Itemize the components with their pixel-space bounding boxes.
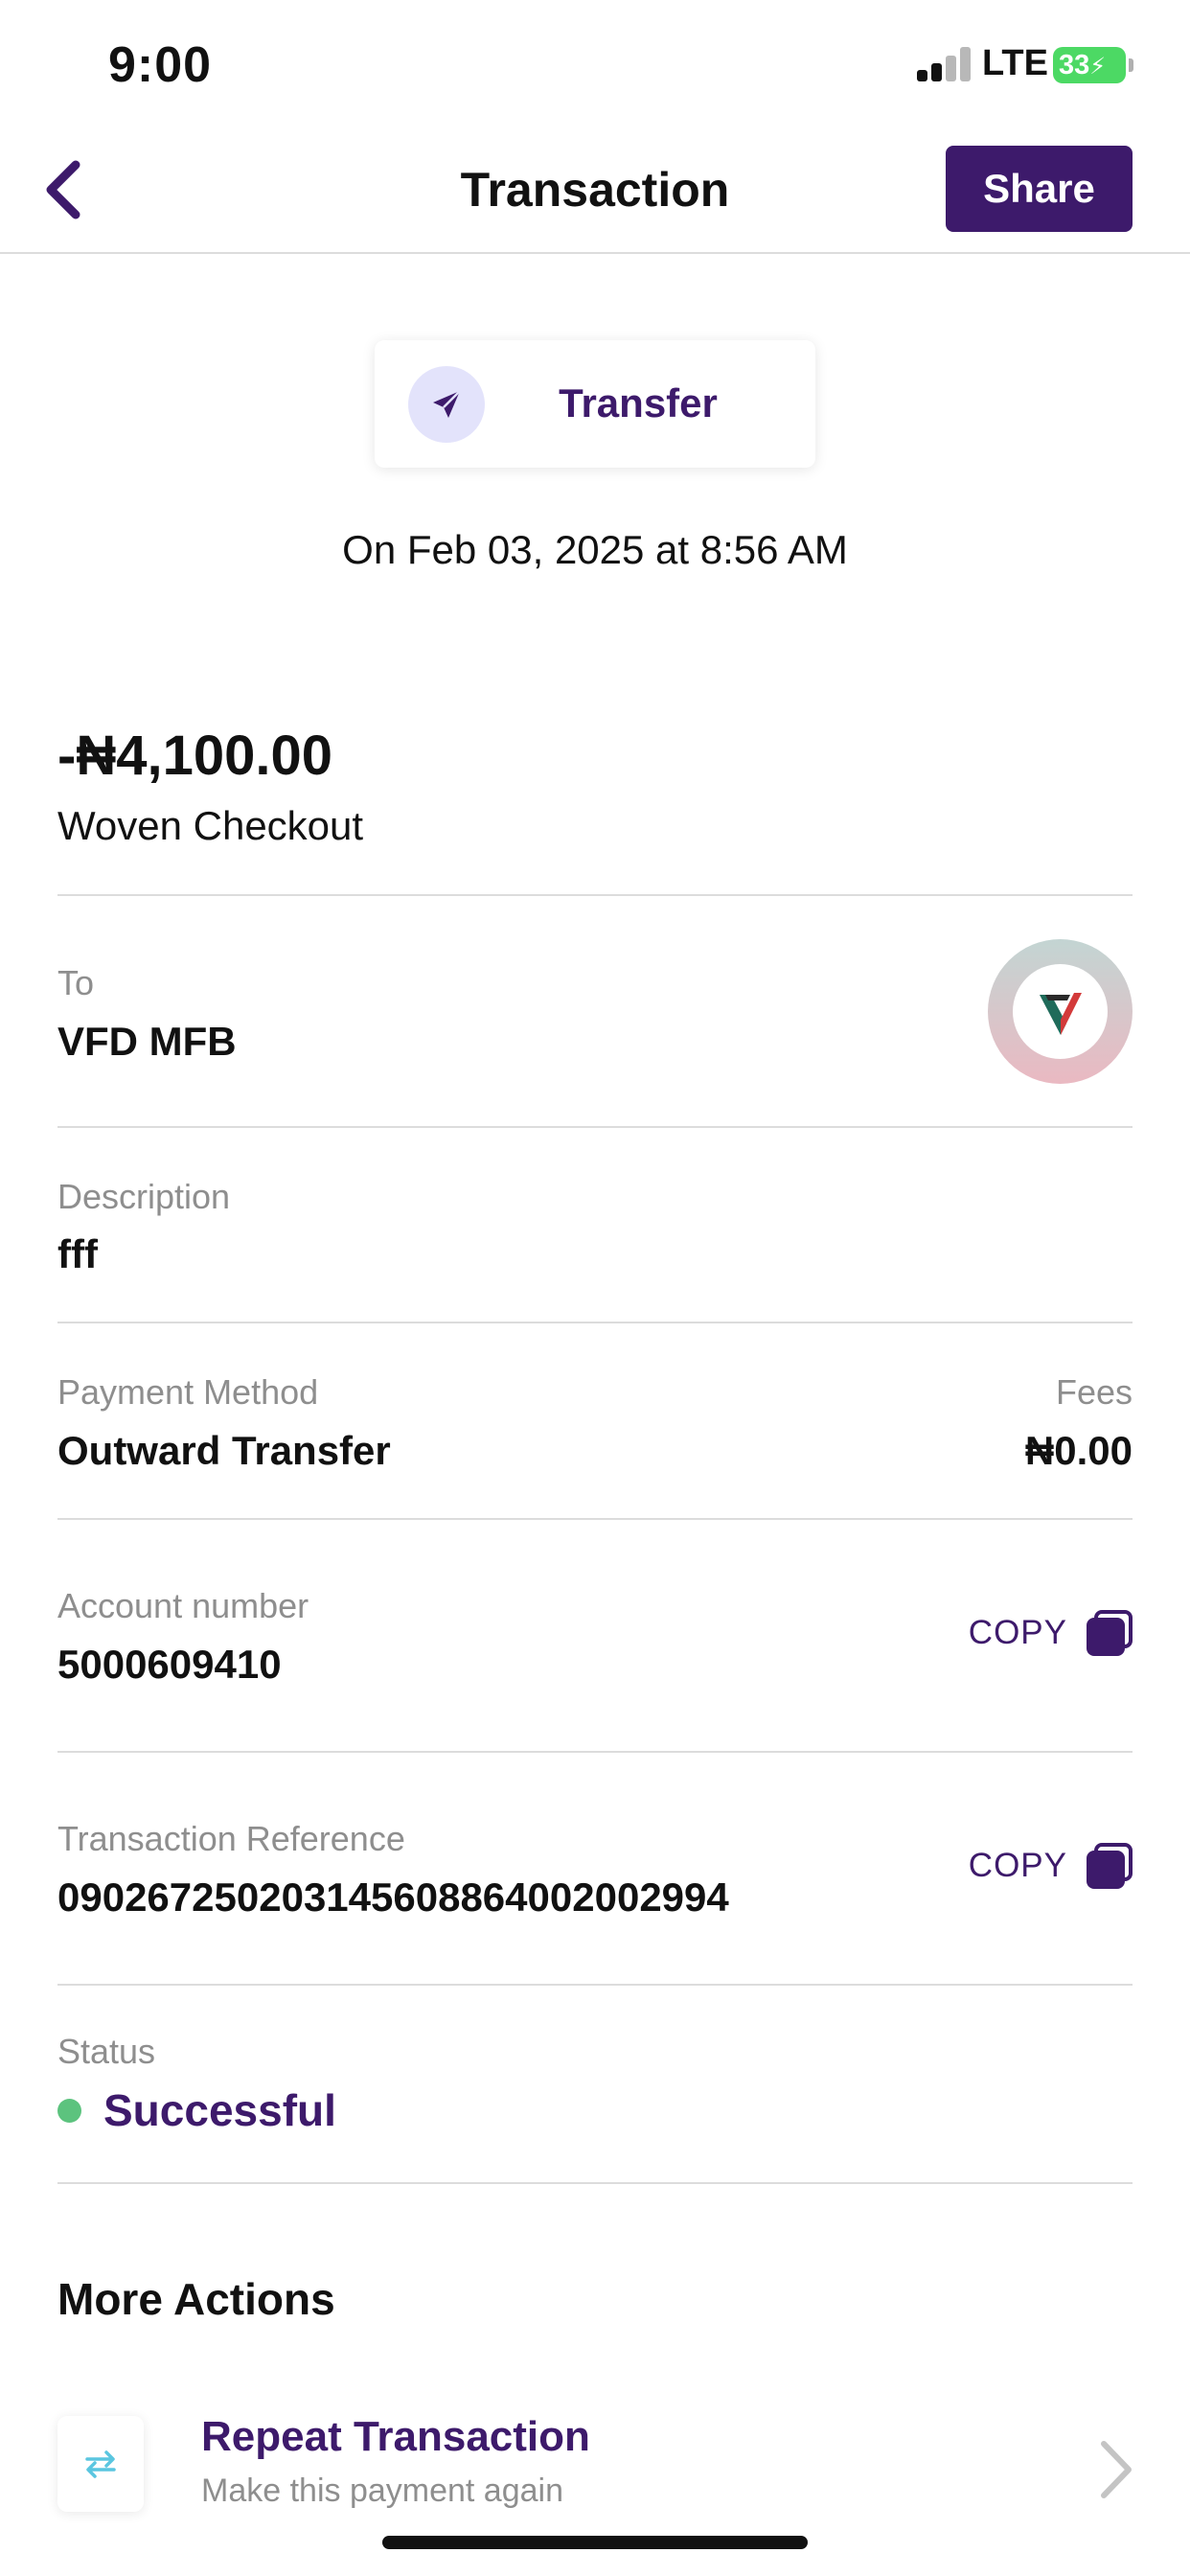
transaction-details-screen: 9:00 LTE 33⚡ Transaction Share Transfer … <box>0 0 1190 2576</box>
header: Transaction Share <box>0 129 1190 254</box>
reference-label: Transaction Reference <box>57 1819 405 1858</box>
merchant-name: Woven Checkout <box>57 803 364 848</box>
account-number-value: 5000609410 <box>57 1642 282 1687</box>
status-time: 9:00 <box>108 37 213 93</box>
recipient-label: To <box>57 963 95 1002</box>
copy-label: COPY <box>968 1614 1067 1651</box>
copy-icon <box>1087 1843 1133 1889</box>
account-number-label: Account number <box>57 1586 309 1625</box>
copy-icon <box>1087 1610 1133 1656</box>
transaction-amount: -₦4,100.00 <box>57 724 332 787</box>
status-bar: 9:00 LTE 33⚡ <box>0 0 1190 129</box>
fees-value: ₦0.00 <box>1024 1428 1133 1473</box>
status-label: Status <box>57 2032 156 2071</box>
divider <box>57 1126 1133 1128</box>
transaction-type-label: Transfer <box>559 380 718 426</box>
send-arrow-icon <box>408 366 485 443</box>
repeat-icon <box>57 2416 144 2512</box>
recipient-value: VFD MFB <box>57 1019 237 1064</box>
divider <box>57 1751 1133 1753</box>
divider <box>57 1518 1133 1520</box>
description-value: fff <box>57 1231 98 1276</box>
payment-method-value: Outward Transfer <box>57 1428 391 1473</box>
copy-account-number-button[interactable]: COPY <box>969 1610 1133 1656</box>
home-indicator[interactable] <box>382 2536 808 2549</box>
action-title: Repeat Transaction <box>201 2413 590 2460</box>
divider <box>57 1984 1133 1986</box>
battery-level: 33 <box>1059 50 1090 80</box>
transaction-date: On Feb 03, 2025 at 8:56 AM <box>342 527 848 572</box>
copy-reference-button[interactable]: COPY <box>969 1843 1133 1889</box>
action-subtitle: Make this payment again <box>201 2472 563 2509</box>
divider <box>57 1322 1133 1323</box>
reference-value: 090267250203145608864002002994 <box>57 1874 729 1920</box>
vfd-logo-icon <box>1039 992 1082 1035</box>
bank-logo <box>988 939 1133 1084</box>
network-type: LTE <box>982 43 1048 83</box>
payment-method-label: Payment Method <box>57 1372 319 1412</box>
status-value: Successful <box>103 2085 336 2135</box>
divider <box>57 894 1133 896</box>
divider <box>57 2182 1133 2184</box>
fees-label: Fees <box>1055 1372 1133 1412</box>
battery-tip <box>1129 58 1133 72</box>
share-button[interactable]: Share <box>946 146 1133 232</box>
more-actions-title: More Actions <box>57 2274 335 2324</box>
transaction-type-chip: Transfer <box>375 340 815 468</box>
repeat-transaction-action[interactable]: Repeat Transaction Make this payment aga… <box>0 2396 1190 2540</box>
battery-icon: 33⚡ <box>1053 47 1126 83</box>
signal-icon <box>917 47 973 81</box>
status-indicator-icon <box>57 2099 81 2123</box>
chevron-right-icon <box>1101 2441 1132 2498</box>
copy-label: COPY <box>968 1847 1067 1884</box>
description-label: Description <box>57 1177 231 1216</box>
